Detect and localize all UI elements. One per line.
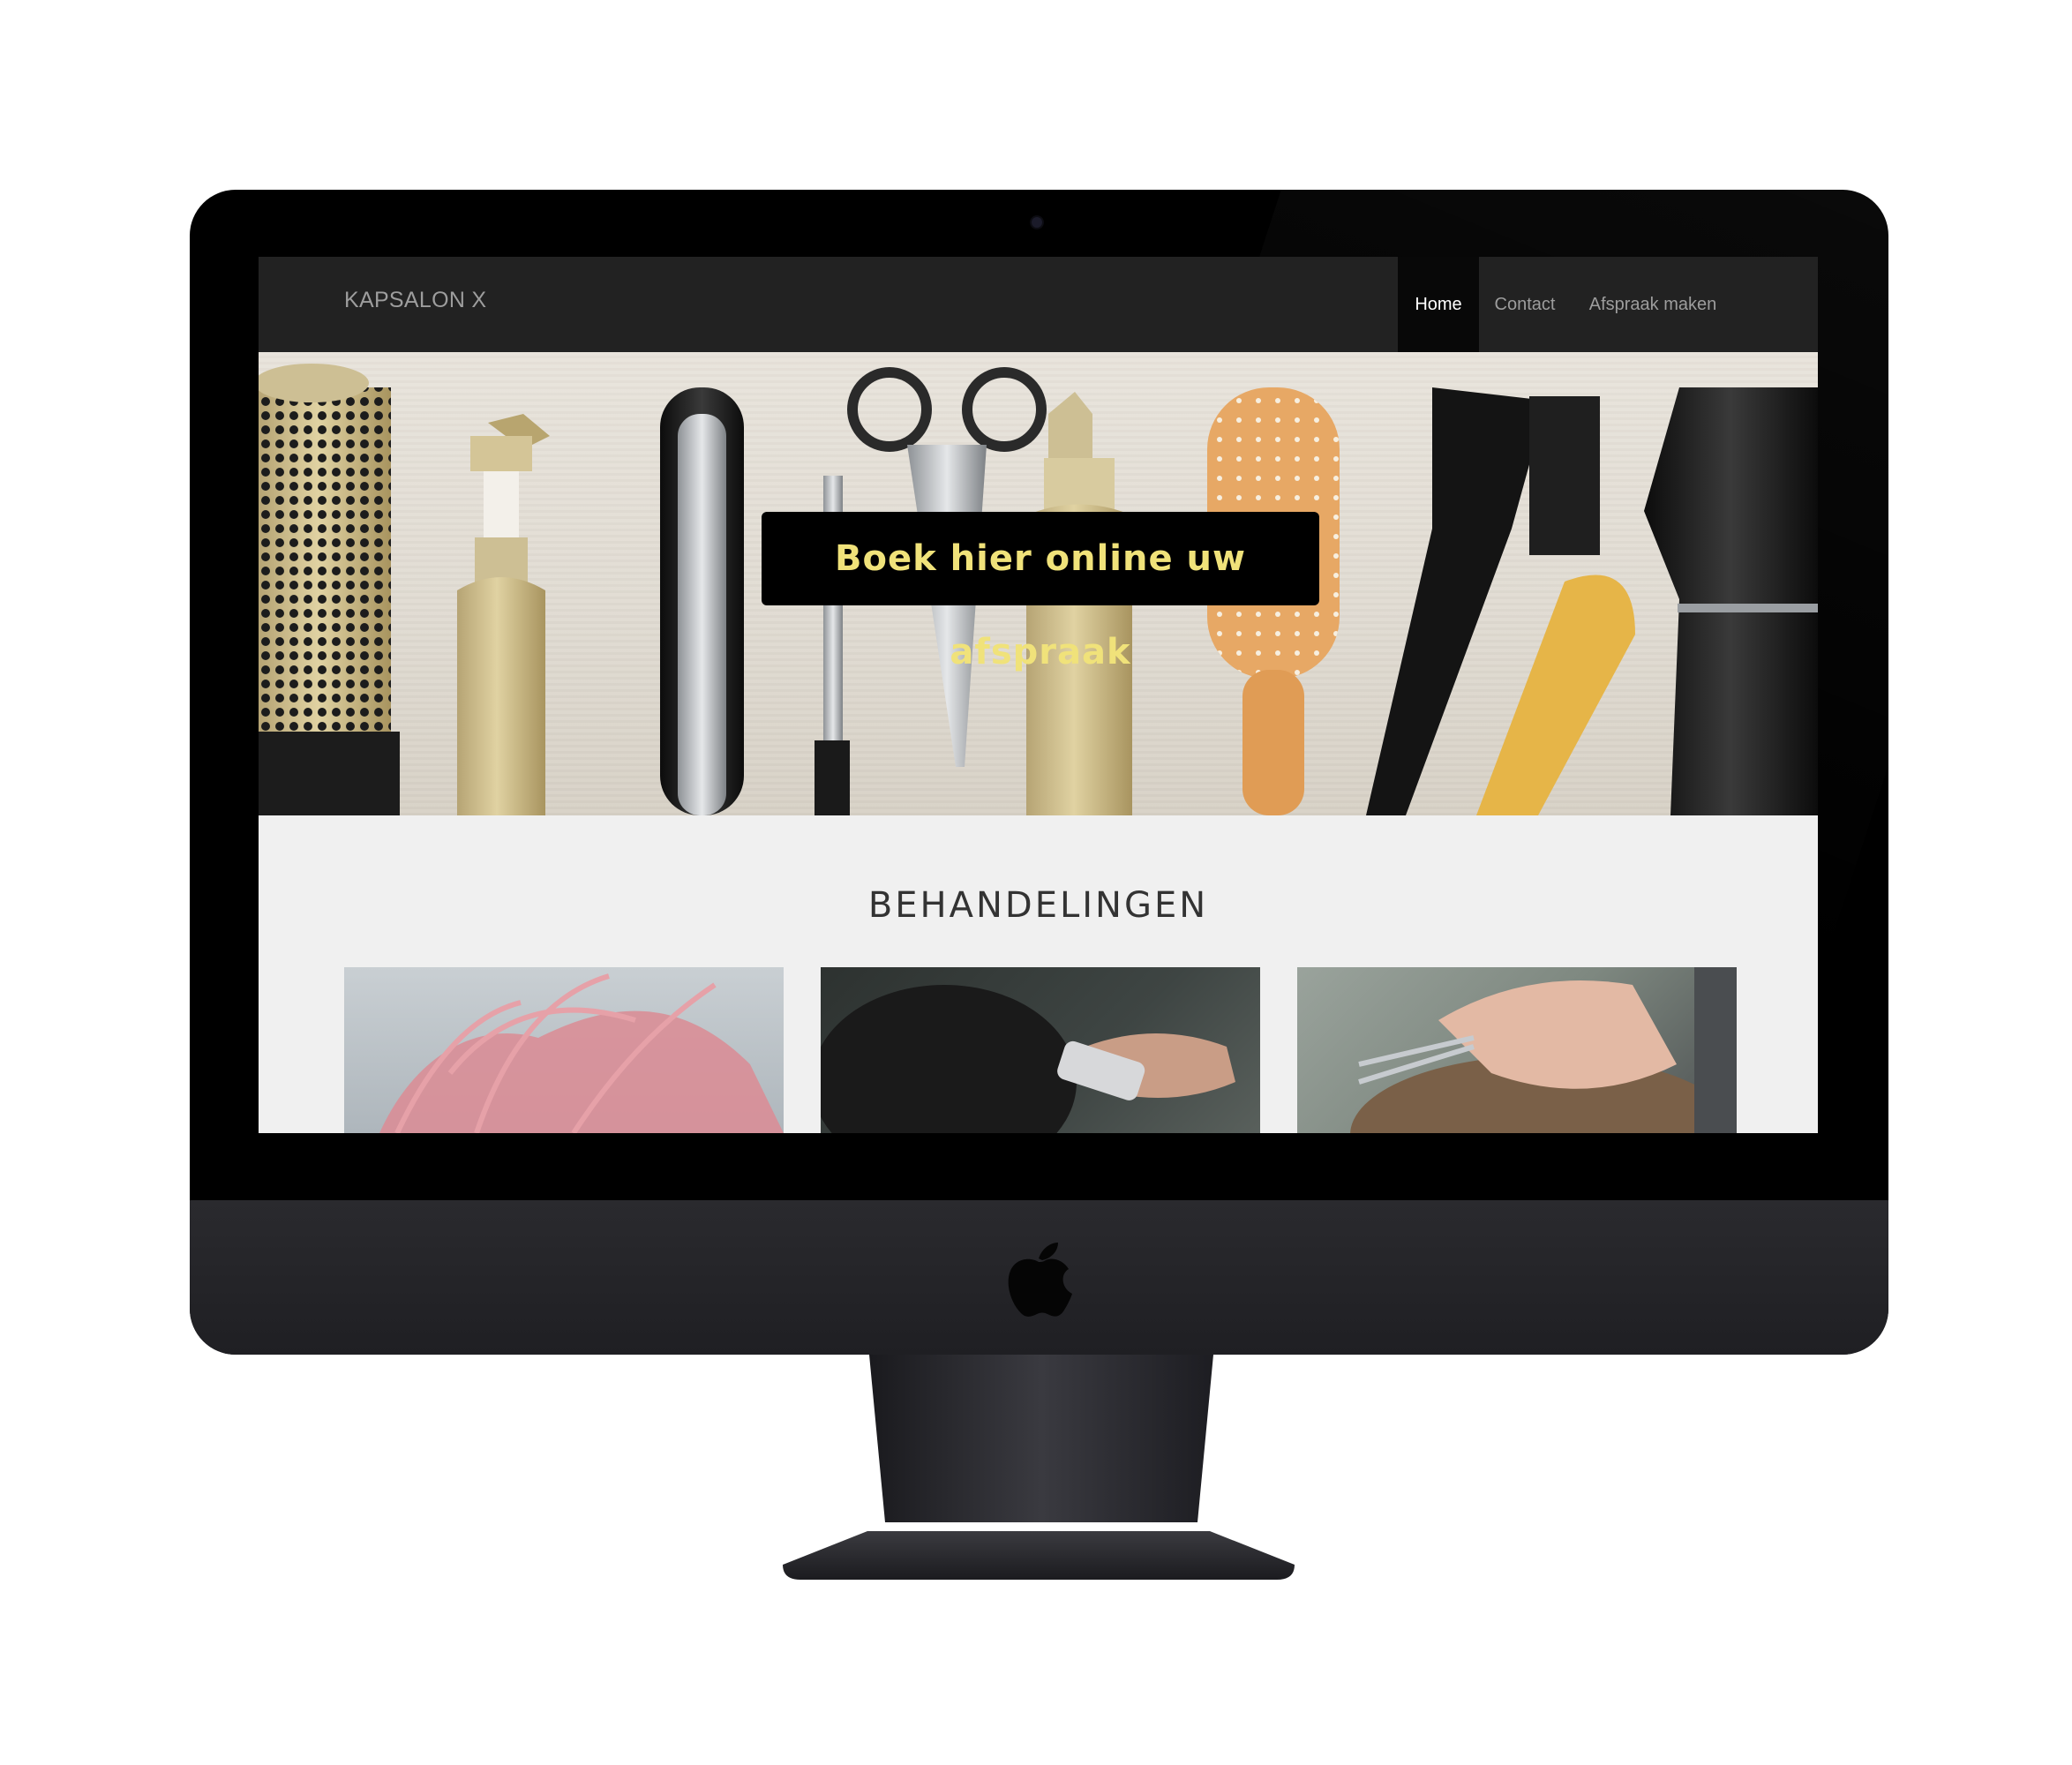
camera-icon xyxy=(1032,217,1042,228)
website-viewport: KAPSALON X Home Contact Afspraak maken B… xyxy=(259,257,1818,1133)
site-brand[interactable]: KAPSALON X xyxy=(344,288,486,313)
hero-banner: Boek hier online uw afspraak xyxy=(259,352,1818,815)
nav-home[interactable]: Home xyxy=(1398,257,1479,352)
section-title: BEHANDELINGEN xyxy=(867,885,1209,926)
treatment-card-3[interactable] xyxy=(1297,967,1737,1133)
book-appointment-button[interactable]: Boek hier online uw afspraak xyxy=(762,512,1319,672)
imac-stand-neck xyxy=(869,1355,1213,1522)
nav-afspraak-maken[interactable]: Afspraak maken xyxy=(1582,257,1723,352)
pink-hair-photo xyxy=(379,973,784,1133)
clipper-haircut-photo xyxy=(821,985,1235,1133)
imac-stand-foot xyxy=(783,1531,1295,1580)
navbar: KAPSALON X Home Contact Afspraak maken xyxy=(259,257,1818,352)
apple-logo-icon xyxy=(1008,1243,1072,1317)
treatment-card-1[interactable] xyxy=(344,967,784,1133)
treatment-card-2[interactable] xyxy=(821,967,1260,1133)
scissors-haircut-photo xyxy=(1350,967,1737,1133)
nav-contact[interactable]: Contact xyxy=(1485,257,1565,352)
